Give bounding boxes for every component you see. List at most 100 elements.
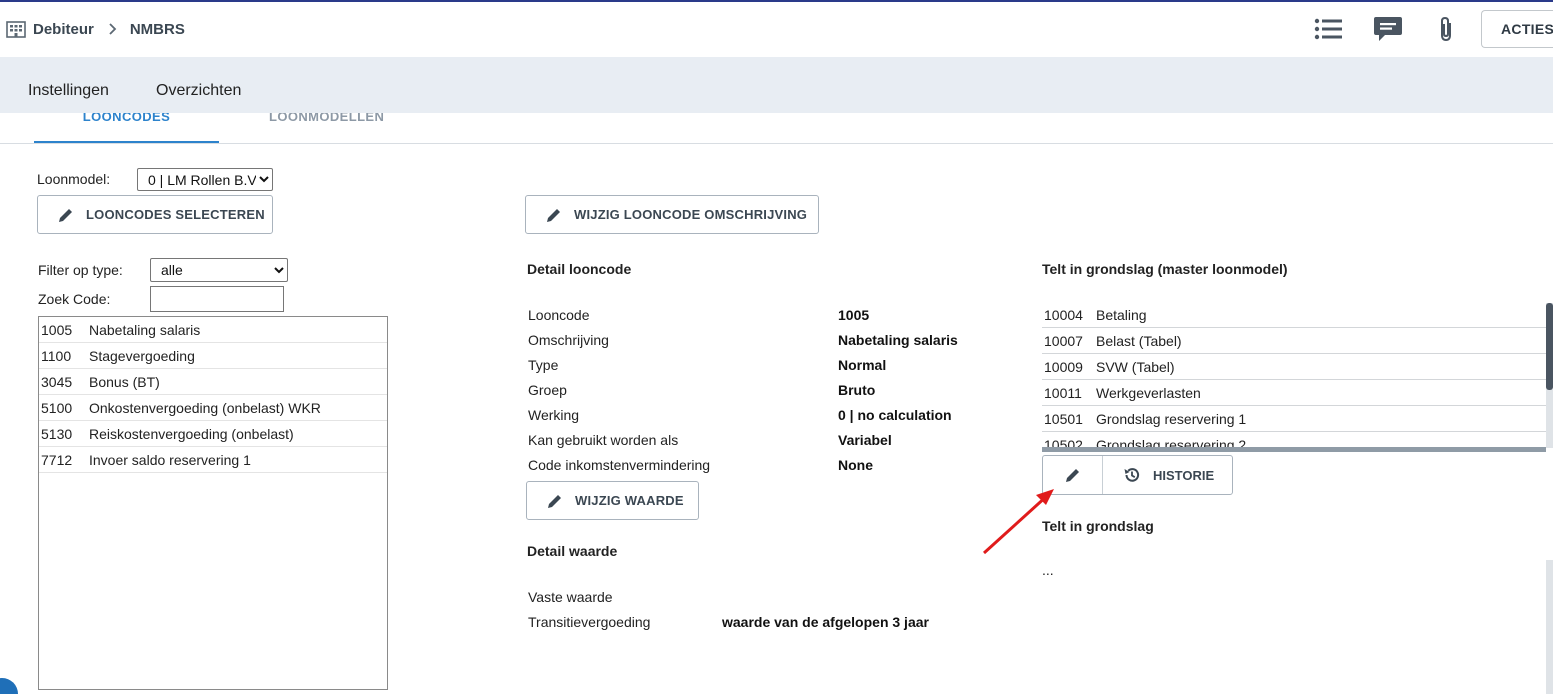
detail-value: 0 | no calculation (838, 407, 952, 423)
tab-bar: LOONCODES LOONMODELLEN (0, 113, 1553, 144)
detail-value: Nabetaling salaris (838, 332, 958, 348)
list-item[interactable]: 1005 Nabetaling salaris (39, 317, 387, 343)
detail-key: Kan gebruikt worden als (528, 432, 679, 448)
detail-value: Normal (838, 357, 887, 373)
acties-button[interactable]: ACTIES (1481, 10, 1553, 48)
list-item-name: Reiskostenvergoeding (onbelast) (89, 425, 294, 442)
breadcrumb: Debiteur NMBRS (6, 20, 185, 38)
transitievergoeding-label: Transitievergoeding (528, 614, 651, 630)
list-item-code: 10011 (1044, 384, 1082, 401)
list-item-code: 1005 (41, 321, 73, 338)
list-item-code: 1100 (41, 347, 72, 364)
looncodes-selecteren-button[interactable]: LOONCODES SELECTEREN (37, 195, 273, 234)
wijzig-looncode-omschrijving-button[interactable]: WIJZIG LOONCODE OMSCHRIJVING (525, 195, 819, 234)
app-header: Debiteur NMBRS ACTIES (0, 2, 1553, 57)
list-item-name: Werkgeverlasten (1096, 384, 1201, 401)
list-item[interactable]: 1100 Stagevergoeding (39, 343, 387, 369)
list-item-name: Betaling (1096, 306, 1147, 323)
list-item-name: Grondslag reservering 1 (1096, 410, 1247, 427)
list-item-code: 7712 (41, 451, 73, 468)
pencil-icon (59, 208, 72, 222)
list-item-code: 10501 (1044, 410, 1083, 427)
looncode-list[interactable]: 1005 Nabetaling salaris 1100 Stagevergoedi… (38, 316, 388, 690)
filter-type-select[interactable]: alle (150, 258, 288, 282)
list-item-name: Bonus (BT) (89, 373, 160, 390)
list-item[interactable]: 10009 SVW (Tabel) (1042, 354, 1546, 380)
grondslag-ellipsis: ... (1042, 562, 1054, 578)
wijzig-waarde-label: WIJZIG WAARDE (575, 493, 684, 508)
detail-key: Code inkomstenvermindering (528, 457, 711, 473)
tab-loonmodellen[interactable]: LOONMODELLEN (269, 113, 384, 124)
detail-row: Kan gebruikt worden als Variabel (528, 432, 988, 457)
list-item[interactable]: 7712 Invoer saldo reservering 1 (39, 447, 387, 473)
loonmodel-label: Loonmodel: (37, 171, 111, 187)
main-menu: Instellingen Overzichten (0, 57, 1553, 113)
list-item-code: 10009 (1044, 358, 1083, 375)
detail-key: Omschrijving (528, 332, 609, 348)
detail-row: Type Normal (528, 357, 988, 382)
list-item-code: 5130 (41, 425, 73, 442)
list-item-code: 5100 (41, 399, 73, 416)
historie-label: HISTORIE (1153, 467, 1215, 483)
menu-overzichten[interactable]: Overzichten (156, 82, 241, 100)
help-bubble-icon[interactable] (0, 678, 18, 694)
detail-row: Groep Bruto (528, 382, 988, 407)
detail-value: Variabel (838, 432, 892, 448)
pencil-icon (1065, 469, 1079, 482)
detail-key: Groep (528, 382, 567, 398)
detail-looncode-title: Detail looncode (527, 261, 632, 277)
list-item[interactable]: 5100 Onkostenvergoeding (onbelast) WKR (39, 395, 387, 421)
detail-row: Werking 0 | no calculation (528, 407, 988, 432)
grondslag-master-title: Telt in grondslag (master loonmodel) (1042, 261, 1288, 277)
list-item[interactable]: 10007 Belast (Tabel) (1042, 328, 1546, 354)
historie-button[interactable]: HISTORIE (1103, 466, 1214, 484)
list-item-name: Onkostenvergoeding (onbelast) WKR (89, 399, 321, 416)
zoek-code-input[interactable] (150, 286, 284, 312)
list-icon[interactable] (1313, 14, 1343, 44)
annotation-arrow (982, 489, 1054, 555)
list-item[interactable]: 5130 Reiskostenvergoeding (onbelast) (39, 421, 387, 447)
detail-key: Werking (528, 407, 580, 423)
scrollbar-thumb[interactable] (1546, 303, 1553, 390)
comment-icon[interactable] (1373, 14, 1403, 44)
filter-label: Filter op type: (38, 262, 123, 278)
list-item[interactable]: 10501 Grondslag reservering 1 (1042, 406, 1546, 432)
tab-looncodes[interactable]: LOONCODES (34, 113, 219, 143)
list-item-code: 10007 (1044, 332, 1083, 349)
list-item[interactable]: 3045 Bonus (BT) (39, 369, 387, 395)
list-item-name: Belast (Tabel) (1096, 332, 1182, 349)
chevron-right-icon (109, 23, 117, 35)
header-actions: ACTIES (1313, 10, 1553, 48)
history-icon (1124, 468, 1140, 482)
detail-key: Looncode (528, 307, 590, 323)
detail-row: Looncode 1005 (528, 307, 988, 332)
grondslag-master-list[interactable]: 10004 Betaling 10007 Belast (Tabel) 10009 S… (1042, 302, 1546, 450)
pencil-icon (548, 494, 561, 508)
list-item[interactable]: 10011 Werkgeverlasten (1042, 380, 1546, 406)
detail-key: Type (528, 357, 559, 373)
list-item-name: Nabetaling salaris (89, 321, 201, 338)
wijzig-omschrijving-label: WIJZIG LOONCODE OMSCHRIJVING (574, 207, 808, 222)
detail-value: None (838, 457, 873, 473)
vertical-scrollbar[interactable] (1546, 303, 1553, 448)
list-item-code: 10004 (1044, 306, 1083, 323)
detail-row: Code inkomstenvermindering None (528, 457, 988, 482)
detail-value: 1005 (838, 307, 870, 323)
loonmodel-select[interactable]: 0 | LM Rollen B.V. (137, 168, 273, 191)
list-item-name: Stagevergoeding (89, 347, 195, 364)
detail-value: Bruto (838, 382, 876, 398)
menu-instellingen[interactable]: Instellingen (28, 82, 109, 100)
breadcrumb-current: NMBRS (129, 20, 185, 38)
list-item[interactable]: 10004 Betaling (1042, 302, 1546, 328)
paperclip-icon[interactable] (1431, 14, 1461, 44)
horizontal-scrollbar[interactable] (1042, 447, 1546, 452)
list-item-name: SVW (Tabel) (1096, 358, 1175, 375)
looncodes-selecteren-label: LOONCODES SELECTEREN (86, 207, 265, 222)
building-icon (6, 21, 26, 38)
wijzig-waarde-button[interactable]: WIJZIG WAARDE (526, 481, 699, 520)
vertical-scrollbar[interactable] (1546, 560, 1553, 694)
breadcrumb-root[interactable]: Debiteur (33, 21, 94, 38)
vaste-waarde-label: Vaste waarde (528, 589, 613, 605)
detail-waarde-title: Detail waarde (527, 543, 618, 559)
zoek-code-label: Zoek Code: (38, 291, 111, 307)
